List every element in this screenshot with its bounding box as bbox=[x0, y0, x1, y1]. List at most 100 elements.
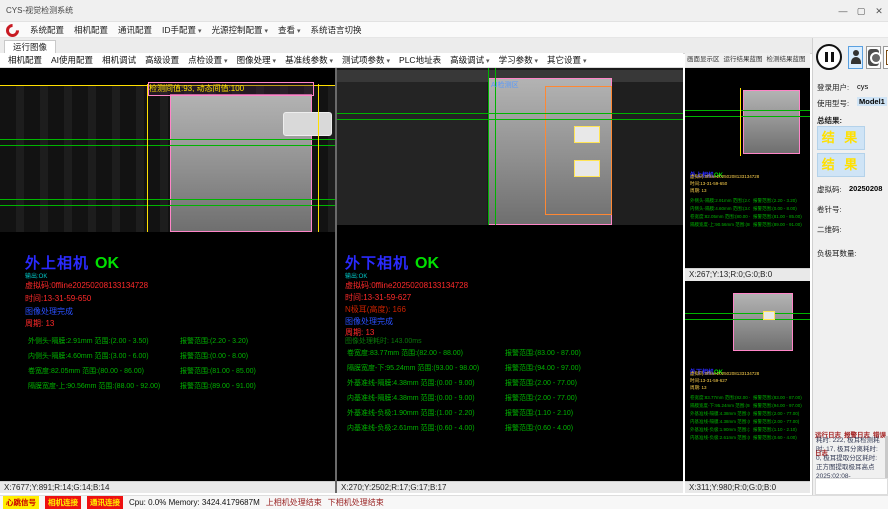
thumb-measure: 内基准线-负极:2.61mm 范围:(0.60 - 4.00) bbox=[690, 435, 750, 441]
thumb-alarm: 报警范围:(94.00 - 97.00) bbox=[753, 403, 807, 409]
lower-camera-status-msg: 下相机处理结束 bbox=[328, 497, 384, 508]
maximize-button[interactable]: ▢ bbox=[852, 0, 870, 22]
process-done-line: 图像处理完成 bbox=[25, 306, 73, 317]
thumbnail-view-upper[interactable]: 外上相机OK 虚拟码:0ffline20250208133134728 时间:1… bbox=[685, 68, 810, 268]
camera-image-upper bbox=[0, 86, 335, 232]
thumb-caption-a[interactable]: 画面显示区 bbox=[687, 53, 720, 67]
thumb-alarm: 报警范围:(89.00 - 91.00) bbox=[753, 222, 807, 228]
thumb-caption-b[interactable]: 运行结果蓝图 bbox=[724, 53, 763, 67]
tool-advanced-debug[interactable]: 高级调试 bbox=[450, 54, 489, 66]
user-login-button[interactable] bbox=[848, 46, 863, 69]
upper-camera-status-msg: 上相机处理结束 bbox=[266, 497, 322, 508]
thumb-cell-region bbox=[733, 293, 793, 351]
virtual-code-line: 虚拟码:0ffline20250208133134728 bbox=[345, 280, 468, 291]
heartbeat-status-badge: 心跳信号 bbox=[3, 496, 39, 509]
minimize-button[interactable]: — bbox=[834, 0, 852, 22]
time-line: 时间:13-31-59-650 bbox=[25, 293, 91, 304]
overlay-green-line bbox=[337, 119, 683, 120]
result-ok-label: OK bbox=[95, 255, 119, 272]
thumb-alarm: 报警范围:(0.00 - 8.00) bbox=[753, 206, 807, 212]
exit-button[interactable] bbox=[883, 46, 888, 69]
model-value[interactable]: Model1 bbox=[857, 97, 887, 106]
thumb-virtual-code: 虚拟码:0ffline20250208133134728 bbox=[690, 371, 805, 377]
menu-id-config[interactable]: ID手配置 bbox=[162, 24, 201, 36]
thumbnail-view-lower[interactable]: 外下相机OK 虚拟码:0ffline20250208133134728 时间:1… bbox=[685, 281, 810, 481]
overlay-green-line bbox=[685, 110, 810, 111]
alarm-range: 报警范围:(2.00 - 77.00) bbox=[505, 378, 577, 388]
tool-camera-config[interactable]: 相机配置 bbox=[8, 54, 42, 66]
tool-other-settings[interactable]: 其它设置 bbox=[547, 54, 586, 66]
login-user-value: cys bbox=[857, 82, 868, 91]
camera-view-lower[interactable]: AI检测区 外下相机OK 输出:OK 虚拟码:0ffline2025020813… bbox=[337, 68, 683, 493]
overlay-measure-label: 检测间值:93, 动态间值:100 bbox=[148, 82, 314, 96]
menu-camera-config[interactable]: 相机配置 bbox=[74, 24, 108, 36]
virtual-code-value: 20250208 bbox=[849, 184, 882, 193]
thumb-caption-c[interactable]: 检测结果蓝图 bbox=[767, 53, 806, 67]
tool-plc-address-table[interactable]: PLC地址表 bbox=[399, 54, 441, 66]
needle-number-label: 卷针号: bbox=[817, 204, 842, 215]
pixel-coords-lower: X:270;Y:2502;R:17;G:17;B:17 bbox=[337, 481, 683, 493]
pause-button[interactable] bbox=[816, 44, 842, 70]
thumb-virtual-code: 虚拟码:0ffline20250208133134728 bbox=[690, 174, 805, 180]
thumb-measure: 隔膜宽度-下:95.24mm 范围:(93.00 - 98.00) bbox=[690, 403, 750, 409]
tool-learning-params[interactable]: 学习参数 bbox=[499, 54, 538, 66]
tool-test-params[interactable]: 测试项参数 bbox=[342, 54, 390, 66]
overlay-yellow-vline bbox=[318, 84, 319, 232]
thumb-measure: 外侧头-隔膜:2.91mm 范围:(2.00 - 3.50) bbox=[690, 198, 750, 204]
measurement-value: 隔膜宽度-下:95.24mm 范围:(93.00 - 98.00) bbox=[347, 363, 479, 373]
output-label: 输出:OK bbox=[25, 271, 47, 280]
menu-view[interactable]: 查看 bbox=[278, 24, 300, 36]
menu-language-switch[interactable]: 系统语言切换 bbox=[311, 24, 362, 36]
camera-connection-badge: 相机连接 bbox=[45, 496, 81, 509]
camera-view-upper[interactable]: 检测间值:93, 动态间值:100 外上相机OK 输出:OK 虚拟码:0ffli… bbox=[0, 68, 335, 493]
camera-name-label: 外上相机 bbox=[25, 255, 89, 272]
tool-ai-config[interactable]: AI使用配置 bbox=[51, 54, 93, 66]
close-button[interactable]: ✕ bbox=[870, 0, 888, 22]
alarm-range: 报警范围:(0.00 - 8.00) bbox=[180, 351, 248, 361]
tool-advanced-settings[interactable]: 高级设置 bbox=[145, 54, 179, 66]
comm-connection-badge: 通讯连接 bbox=[87, 496, 123, 509]
thumb-measure: 卷宽度:83.77mm 范围:(82.00 - 88.00) bbox=[690, 395, 750, 401]
pixel-coords-thumb-upper: X:267;Y:13;R:0;G:0;B:0 bbox=[685, 268, 810, 281]
menu-comm-config[interactable]: 通讯配置 bbox=[118, 24, 152, 36]
menu-light-config[interactable]: 光源控制配置 bbox=[212, 24, 268, 36]
machine-body bbox=[337, 82, 487, 225]
measurement-value: 内基准线-隔膜:4.38mm 范围:(0.00 - 9.00) bbox=[347, 393, 475, 403]
result-title-upper: 外上相机 OK bbox=[25, 252, 119, 273]
total-result-label: 总结果: bbox=[817, 115, 842, 126]
window-titlebar: CYS-视觉检测系统 bbox=[0, 0, 888, 22]
record-button[interactable] bbox=[866, 46, 881, 69]
overlay-green-line bbox=[685, 319, 810, 320]
tool-baseline-params[interactable]: 基准线参数 bbox=[285, 54, 333, 66]
thumb-measure: 隔膜宽度-上:90.56mm 范围:(88.00 - 92.00) bbox=[690, 222, 750, 228]
person-icon bbox=[851, 57, 861, 64]
output-label: 输出:OK bbox=[345, 271, 367, 280]
thumb-cell-region bbox=[743, 90, 800, 154]
cpu-memory-text: Cpu: 0.0% Memory: 3424.4179687M bbox=[129, 498, 260, 507]
overlay-green-line bbox=[0, 199, 335, 200]
alarm-range: 报警范围:(0.60 - 4.00) bbox=[505, 423, 573, 433]
negative-tab-count-label: 负极耳数量: bbox=[817, 248, 857, 259]
measurement-value: 内侧头-隔膜:4.60mm 范围:(3.00 - 6.00) bbox=[28, 351, 149, 361]
thumb-cycle: 周期: 13 bbox=[690, 188, 805, 194]
thumb-measure: 内基准线-隔膜:4.38mm 范围:(0.00 - 9.00) bbox=[690, 419, 750, 425]
alarm-range: 报警范围:(94.00 - 97.00) bbox=[505, 363, 581, 373]
measurement-value: 外基准线-隔膜:4.38mm 范围:(0.00 - 9.00) bbox=[347, 378, 475, 388]
result-title-lower: 外下相机OK bbox=[345, 252, 439, 273]
thumb-alarm: 报警范围:(2.00 - 77.00) bbox=[753, 411, 807, 417]
tool-image-processing[interactable]: 图像处理 bbox=[237, 54, 276, 66]
pause-icon bbox=[831, 52, 834, 62]
weld-glare-spot bbox=[574, 160, 600, 177]
thumb-cycle: 周期: 13 bbox=[690, 385, 805, 391]
tab-run-image[interactable]: 运行图像 bbox=[4, 40, 56, 54]
tool-spotcheck-settings[interactable]: 点检设置 bbox=[188, 54, 227, 66]
measurement-value: 卷宽度:82.05mm 范围:(80.00 - 86.00) bbox=[28, 366, 144, 376]
overlay-green-vline bbox=[495, 68, 496, 225]
machine-body bbox=[612, 82, 683, 225]
status-bar: 心跳信号 相机连接 通讯连接 Cpu: 0.0% Memory: 3424.41… bbox=[0, 495, 888, 509]
tool-camera-debug[interactable]: 相机调试 bbox=[102, 54, 136, 66]
pause-icon bbox=[825, 52, 828, 62]
thumb-alarm: 报警范围:(81.00 - 85.00) bbox=[753, 214, 807, 220]
menu-system-config[interactable]: 系统配置 bbox=[30, 24, 64, 36]
app-window: CYS-视觉检测系统 — ▢ ✕ 系统配置 相机配置 通讯配置 ID手配置 光源… bbox=[0, 0, 888, 522]
